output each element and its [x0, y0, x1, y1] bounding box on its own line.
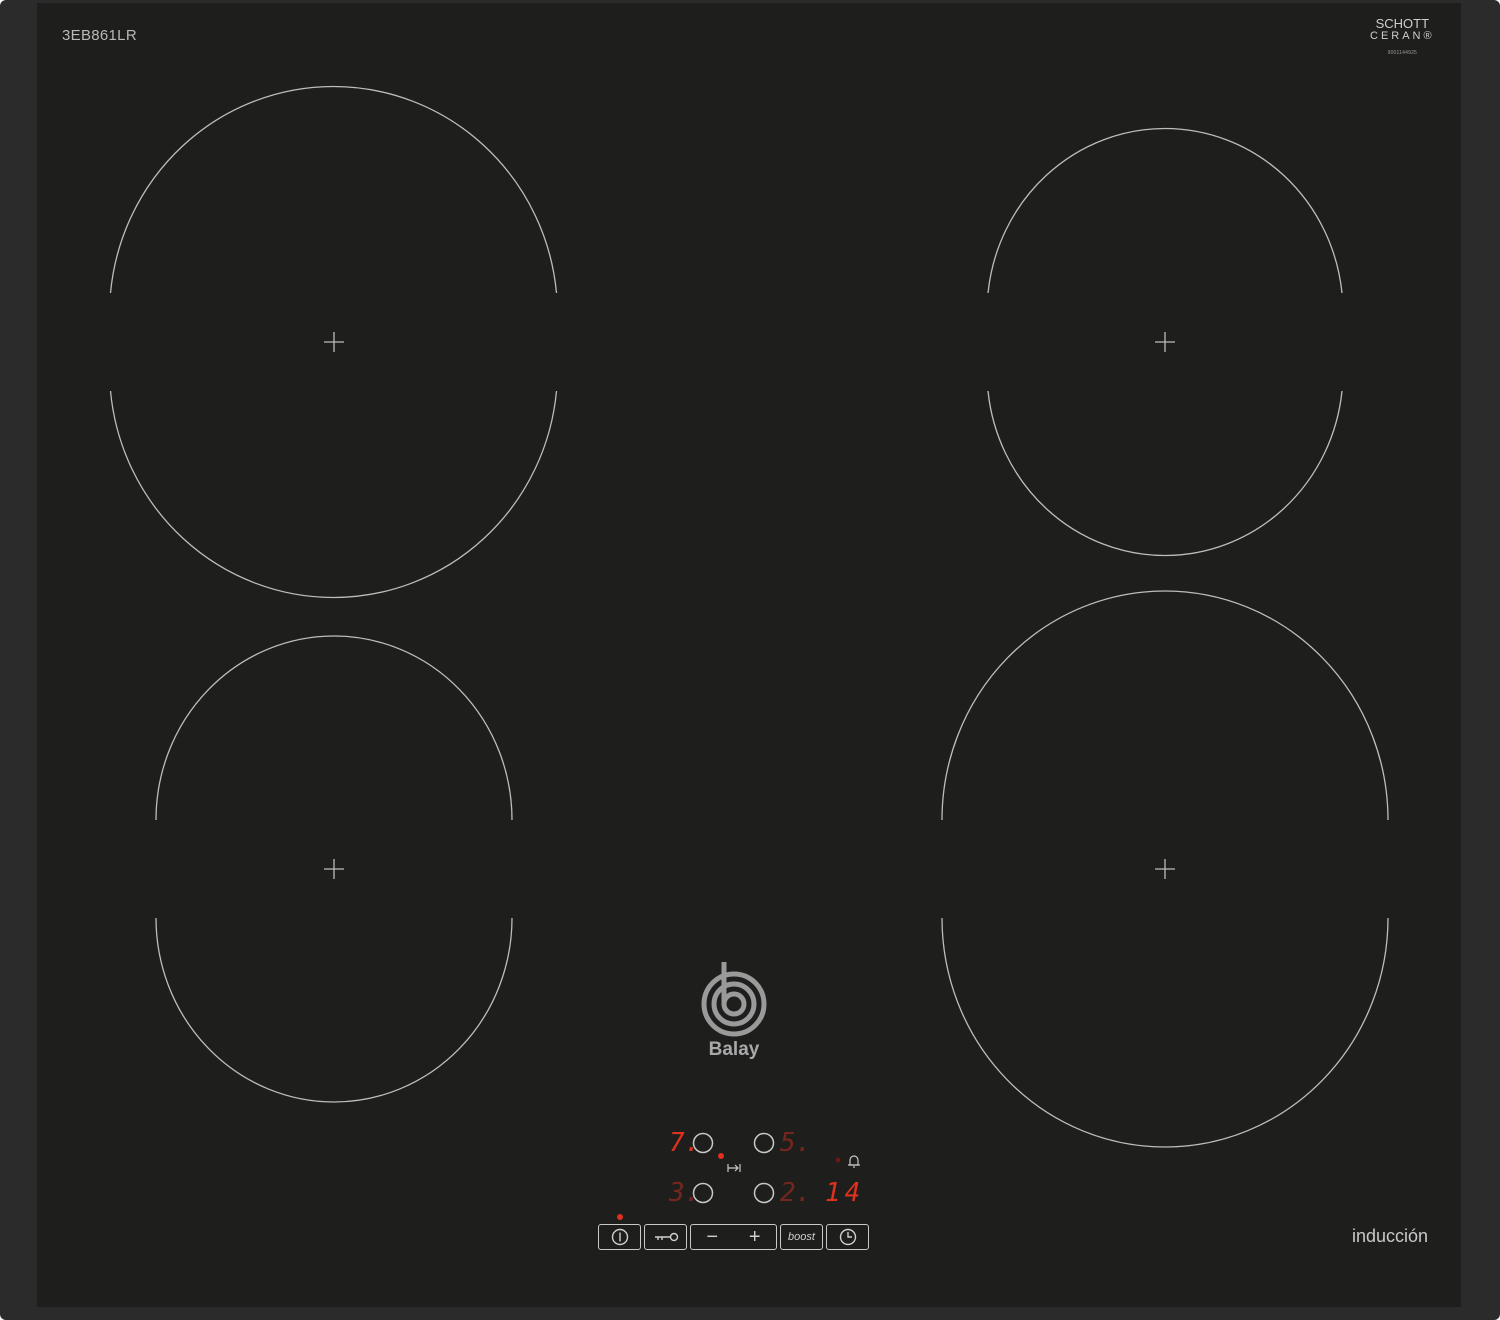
display-front-right: 5. — [780, 1128, 812, 1158]
cooking-zone-bottom-right[interactable] — [941, 590, 1389, 1148]
timer-button[interactable] — [826, 1224, 869, 1250]
cooking-zone-top-left[interactable] — [109, 85, 558, 599]
bell-icon — [848, 1155, 860, 1168]
boost-label: boost — [788, 1231, 815, 1243]
cooking-zone-top-right[interactable] — [987, 127, 1343, 557]
power-level-slider[interactable]: − + — [690, 1224, 777, 1250]
induction-label: inducción — [1352, 1226, 1429, 1246]
display-front-left: 7. — [669, 1128, 701, 1158]
timer-led-icon — [835, 1157, 841, 1163]
selected-zone-led-icon — [718, 1153, 724, 1159]
timer-display: 14 — [825, 1178, 865, 1208]
zone-indicator-rear-right-icon — [753, 1182, 775, 1204]
plus-button[interactable]: + — [749, 1227, 761, 1247]
power-button[interactable] — [598, 1224, 641, 1250]
display-rear-right: 2. — [780, 1178, 812, 1208]
boost-button[interactable]: boost — [780, 1224, 823, 1250]
cooking-zones — [109, 85, 1389, 1220]
power-icon — [611, 1228, 628, 1246]
brand-name: Balay — [708, 1039, 760, 1060]
power-led-icon — [617, 1214, 623, 1220]
cooking-zone-bottom-left[interactable] — [155, 635, 513, 1103]
key-icon — [654, 1232, 678, 1242]
clock-icon — [839, 1228, 856, 1246]
transfer-arrow-icon — [727, 1164, 741, 1172]
child-lock-button[interactable] — [644, 1224, 687, 1250]
zone-indicator-front-right-icon — [753, 1132, 775, 1154]
minus-button[interactable]: − — [706, 1227, 718, 1247]
display-rear-left: 3. — [669, 1178, 701, 1208]
balay-logo-icon — [701, 962, 767, 1037]
